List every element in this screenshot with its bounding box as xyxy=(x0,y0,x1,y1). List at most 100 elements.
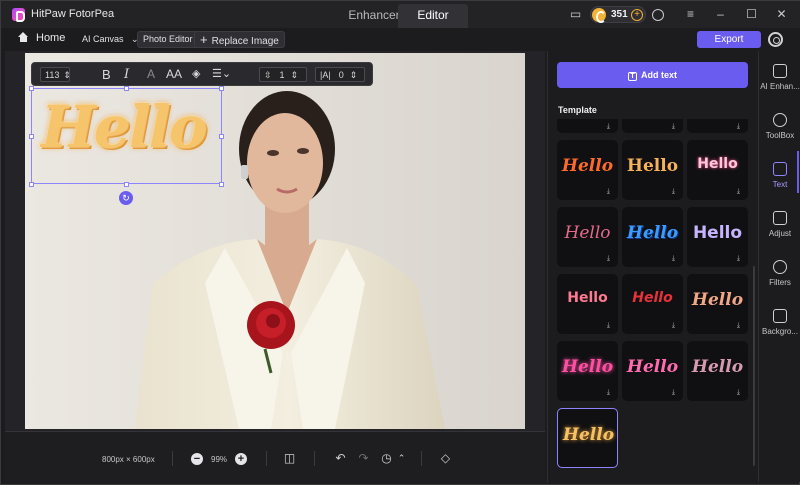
rail-item-adjust[interactable]: Adjust xyxy=(759,204,800,248)
template-tile[interactable]: Hello ⤓ xyxy=(687,140,748,200)
download-icon[interactable]: ⤓ xyxy=(672,188,675,196)
download-icon[interactable]: ⤓ xyxy=(672,255,675,263)
download-icon[interactable]: ⤓ xyxy=(737,255,740,263)
photo-editor-button[interactable]: Photo Editor xyxy=(137,31,199,48)
template-tile[interactable]: Hello ⤓ xyxy=(557,207,618,267)
zoom-level: 99% xyxy=(211,455,228,464)
layers-icon[interactable]: ◇ xyxy=(439,452,452,465)
resize-handle[interactable] xyxy=(29,182,34,187)
download-icon[interactable]: ⤓ xyxy=(672,389,675,397)
zoom-in-button[interactable]: + xyxy=(235,453,247,465)
template-tile[interactable]: Hello ⤓ xyxy=(622,207,683,267)
resize-handle[interactable] xyxy=(219,182,224,187)
redo-icon[interactable]: ↷ xyxy=(357,452,370,465)
ai-canvas-button[interactable]: AI Canvas ⌄ xyxy=(77,31,144,48)
export-button[interactable]: Export xyxy=(697,31,761,48)
replace-image-button[interactable]: + Replace Image xyxy=(194,31,285,48)
maximize-icon[interactable]: ☐ xyxy=(744,7,759,22)
line-spacing-input[interactable]: ⇳ 1 ⇕ xyxy=(259,67,307,82)
template-tile[interactable]: Hello ⤓ xyxy=(557,140,618,200)
app-window: HitPaw FotorPea Enhancer Editor ▭ 351 + … xyxy=(0,0,800,485)
chevron-up-icon[interactable]: ⌃ xyxy=(395,452,408,465)
letter-spacing-input[interactable]: |A| 0 ⇕ xyxy=(315,67,365,82)
template-tile[interactable]: ⤓ xyxy=(557,119,618,133)
download-icon[interactable]: ⤓ xyxy=(607,255,610,263)
download-icon[interactable]: ⤓ xyxy=(737,322,740,330)
case-button[interactable]: AA xyxy=(166,67,182,82)
rail-label: Text xyxy=(772,180,788,189)
download-icon[interactable]: ⤓ xyxy=(607,188,610,196)
text-panel: T Add text Template ⤓ ⤓ ⤓ Hello ⤓ Hello ⤓ H… xyxy=(547,51,757,482)
rail-label: ToolBox xyxy=(765,131,795,140)
home-icon xyxy=(18,32,29,42)
message-icon[interactable]: ▭ xyxy=(568,7,583,22)
home-button[interactable]: Home xyxy=(18,32,65,44)
download-icon[interactable]: ⤓ xyxy=(607,322,610,330)
font-size-input[interactable]: 113 ⇕ xyxy=(40,67,71,82)
download-icon[interactable]: ⤓ xyxy=(672,322,675,330)
resize-handle[interactable] xyxy=(29,134,34,139)
credits-badge[interactable]: 351 + xyxy=(590,6,646,23)
italic-button[interactable]: I xyxy=(124,67,129,82)
resize-handle[interactable] xyxy=(219,86,224,91)
template-tile[interactable]: Hello ⤓ xyxy=(687,341,748,401)
template-tile[interactable]: Hello ⤓ xyxy=(622,140,683,200)
template-tile[interactable]: ⤓ xyxy=(687,119,748,133)
download-icon[interactable]: ⤓ xyxy=(737,188,740,196)
rail-item-ai-enhance[interactable]: AI Enhan... xyxy=(759,57,800,101)
download-icon[interactable]: ⤓ xyxy=(672,123,675,131)
template-tile[interactable]: Hello ⤓ xyxy=(622,274,683,334)
bold-button[interactable]: B xyxy=(102,67,111,82)
template-tile[interactable]: Hello ⤓ xyxy=(622,341,683,401)
fill-bucket-icon[interactable]: ◈ xyxy=(192,67,200,82)
adjust-icon xyxy=(773,211,787,225)
font-size-value: 113 xyxy=(45,70,60,80)
text-color-icon[interactable]: A xyxy=(147,67,155,82)
add-text-button[interactable]: T Add text xyxy=(557,62,748,88)
stepper-icon: ⇕ xyxy=(63,70,71,80)
template-tile-selected[interactable]: Hello xyxy=(557,408,618,468)
align-icon[interactable]: ☰⌄ xyxy=(212,67,231,82)
rail-item-toolbox[interactable]: ToolBox xyxy=(759,106,800,150)
resize-handle[interactable] xyxy=(29,86,34,91)
download-icon[interactable]: ⤓ xyxy=(737,123,740,131)
resize-handle[interactable] xyxy=(124,86,129,91)
settings-icon[interactable] xyxy=(768,32,783,47)
canvas-dimensions: 800px × 600px xyxy=(102,455,155,464)
rail-item-filters[interactable]: Filters xyxy=(759,253,800,297)
zoom-out-button[interactable]: − xyxy=(191,453,203,465)
template-tile[interactable]: Hello ⤓ xyxy=(687,274,748,334)
template-preview: Hello xyxy=(561,357,614,377)
undo-icon[interactable]: ↶ xyxy=(334,452,347,465)
template-preview: Hello xyxy=(561,156,614,176)
template-preview: Hello xyxy=(626,357,679,377)
resize-handle[interactable] xyxy=(219,134,224,139)
template-preview: Hello xyxy=(632,290,673,306)
template-preview: Hello xyxy=(626,223,679,243)
canvas-text-layer[interactable]: Hello xyxy=(41,93,207,161)
minimize-icon[interactable]: – xyxy=(713,7,728,22)
template-tile[interactable]: Hello ⤓ xyxy=(557,341,618,401)
resize-handle[interactable] xyxy=(124,182,129,187)
account-icon[interactable] xyxy=(652,9,664,21)
download-icon[interactable]: ⤓ xyxy=(607,389,610,397)
template-preview: Hello xyxy=(564,223,611,243)
compare-icon[interactable]: ◫ xyxy=(283,452,296,465)
ai-canvas-label: AI Canvas xyxy=(82,34,124,44)
tab-editor[interactable]: Editor xyxy=(398,4,468,28)
rail-item-text[interactable]: Text xyxy=(759,155,800,199)
menu-icon[interactable]: ≡ xyxy=(683,7,698,22)
history-icon[interactable]: ◷ xyxy=(380,452,393,465)
rotate-icon[interactable]: ↻ xyxy=(119,191,133,205)
close-icon[interactable]: ✕ xyxy=(774,7,789,22)
panel-scrollbar[interactable] xyxy=(753,266,755,466)
template-tile[interactable]: Hello ⤓ xyxy=(557,274,618,334)
download-icon[interactable]: ⤓ xyxy=(737,389,740,397)
template-tile[interactable]: ⤓ xyxy=(622,119,683,133)
add-credits-icon[interactable]: + xyxy=(631,9,643,21)
divider xyxy=(314,451,315,466)
template-tile[interactable]: Hello ⤓ xyxy=(687,207,748,267)
template-heading: Template xyxy=(558,105,597,115)
rail-item-background[interactable]: Backgro... xyxy=(759,302,800,346)
download-icon[interactable]: ⤓ xyxy=(607,123,610,131)
